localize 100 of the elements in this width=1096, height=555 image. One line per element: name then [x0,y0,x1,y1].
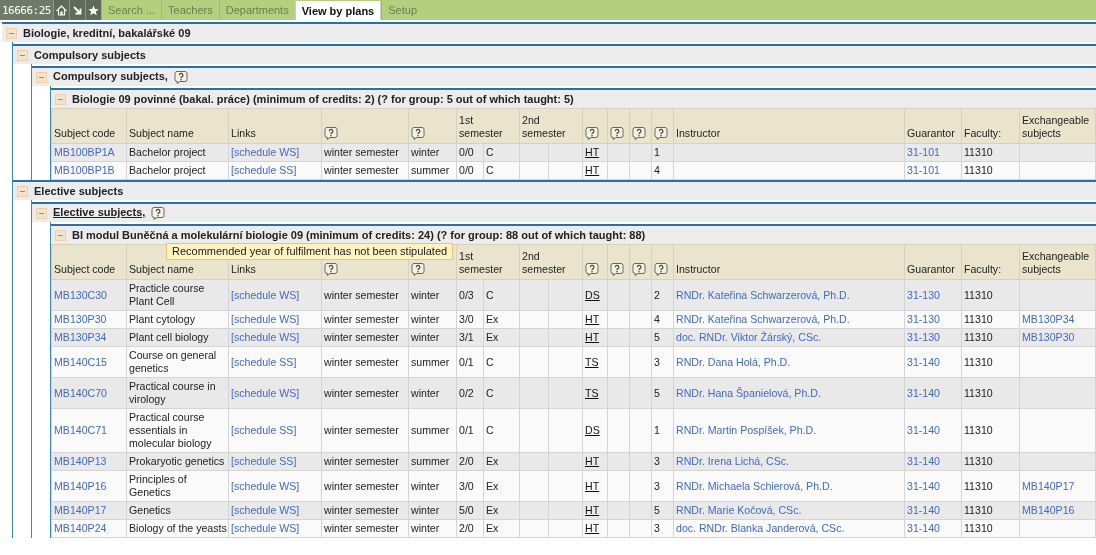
home-icon[interactable] [56,4,67,16]
table-cell: C [486,386,494,399]
tooltip: Recommended year of fulfilment has not been stipulated [166,243,454,260]
help-icon[interactable] [324,126,338,140]
type-link[interactable]: DS [585,424,600,436]
column-header: Faculty: [964,127,1002,139]
collapse-icon[interactable] [55,229,66,241]
nav-tab[interactable]: View by plans [294,1,382,20]
instructor-link[interactable]: RNDr. Martin Pospíšek, Ph.D. [676,424,817,436]
section-title[interactable]: Elective subjects, [53,205,166,221]
table-cell: winter [411,331,440,343]
subject-name: Plant cell biology [129,331,209,343]
table-cell: 2/0 [459,522,474,534]
collapse-icon[interactable] [36,71,47,83]
help-icon[interactable] [585,262,599,276]
column-header: Subject name [129,263,194,275]
subject-name: Practicle course Plant Cell [129,282,205,307]
table-cell: 11310 [964,522,993,534]
column-header: Subject code [54,263,116,275]
table-cell: winter semester [324,386,399,399]
table-cell: C [486,288,494,301]
schedule-link[interactable]: [schedule SS] [231,424,297,436]
table-cell: 3/0 [459,313,474,325]
table-cell: C [486,164,494,176]
help-icon[interactable] [632,262,646,276]
arrow-icon[interactable] [72,4,83,16]
section-title[interactable]: Compulsory subjects [34,49,146,61]
table-cell: 0/1 [459,355,474,368]
help-icon[interactable] [411,126,425,140]
table-cell: 0/0 [459,146,474,158]
table-cell: winter [411,313,440,325]
help-icon[interactable] [173,70,188,85]
subject-name: Practical course in virology [129,380,216,405]
table-cell: winter [411,386,440,399]
table-cell: winter semester [324,455,399,467]
table-cell: winter [411,146,440,158]
table-cell: 11310 [964,164,993,176]
collapse-icon[interactable] [36,207,47,219]
subject-code-link[interactable]: MB140C71 [54,424,107,436]
table-cell: Ex [486,479,499,492]
column-header: Subject name [129,127,194,139]
table-cell: winter semester [324,479,399,492]
table-cell: 3 [654,522,660,534]
subject-name: Prokaryotic genetics [129,455,225,467]
help-icon[interactable] [610,262,624,276]
column-header: Links [231,263,256,275]
help-icon[interactable] [585,126,599,140]
subject-name: Bachelor project [129,146,206,158]
table-cell: 4 [654,313,660,325]
column-header: 2nd semester [522,114,566,140]
collapse-icon[interactable] [6,27,17,39]
subject-name: Bachelor project [129,164,206,176]
table-cell: Ex [486,504,499,516]
table-cell: 11310 [964,386,993,399]
column-header: 1st semester [459,114,503,140]
help-icon[interactable] [632,126,646,140]
section-title[interactable]: Compulsory subjects, [53,69,188,85]
table-cell: Ex [486,313,499,325]
star-icon[interactable] [88,4,99,16]
column-header: Instructor [676,127,721,139]
table-cell: 5 [654,331,660,343]
help-icon[interactable] [411,262,425,276]
help-icon[interactable] [610,126,624,140]
section-title[interactable]: Biologie, kreditní, bakalářské 09 [23,27,191,39]
table-cell: winter semester [324,355,399,368]
table-cell: winter semester [324,424,399,436]
table-cell: Ex [486,331,499,343]
table-cell: 0/2 [459,386,474,399]
table-cell: winter semester [324,288,399,301]
table-cell: 11310 [964,146,993,158]
table-cell: winter semester [324,313,399,325]
table-cell: 11310 [964,424,993,436]
table-cell: summer [411,424,450,436]
help-icon[interactable] [654,126,668,140]
table-cell: winter semester [324,522,399,534]
table-cell: 5/0 [459,504,474,516]
table-cell: Ex [486,522,499,534]
column-header: Links [231,127,256,139]
table-cell: C [486,146,494,158]
section-title[interactable]: Elective subjects [34,185,124,197]
table-cell: 1 [654,424,660,436]
column-header: 1st semester [459,250,503,276]
column-header: Guarantor [907,263,955,275]
table-cell: winter [411,288,440,301]
subject-name: Biology of the yeasts [129,522,227,534]
table-cell: 3 [654,455,660,467]
table-cell: Ex [486,455,499,467]
help-icon[interactable] [151,206,166,221]
table-cell: 2 [654,288,660,301]
guarantor-link[interactable]: 31-140 [907,424,940,436]
table-cell: winter semester [324,164,399,176]
help-icon[interactable] [654,262,668,276]
help-icon[interactable] [324,262,338,276]
table-cell: 0/3 [459,288,474,301]
column-header: Subject code [54,127,116,139]
column-header: Exchangeable subjects [1022,114,1090,139]
collapse-icon[interactable] [17,49,28,61]
collapse-icon[interactable] [55,93,66,105]
collapse-icon[interactable] [17,185,28,197]
subject-name: Course on general genetics [129,349,217,374]
